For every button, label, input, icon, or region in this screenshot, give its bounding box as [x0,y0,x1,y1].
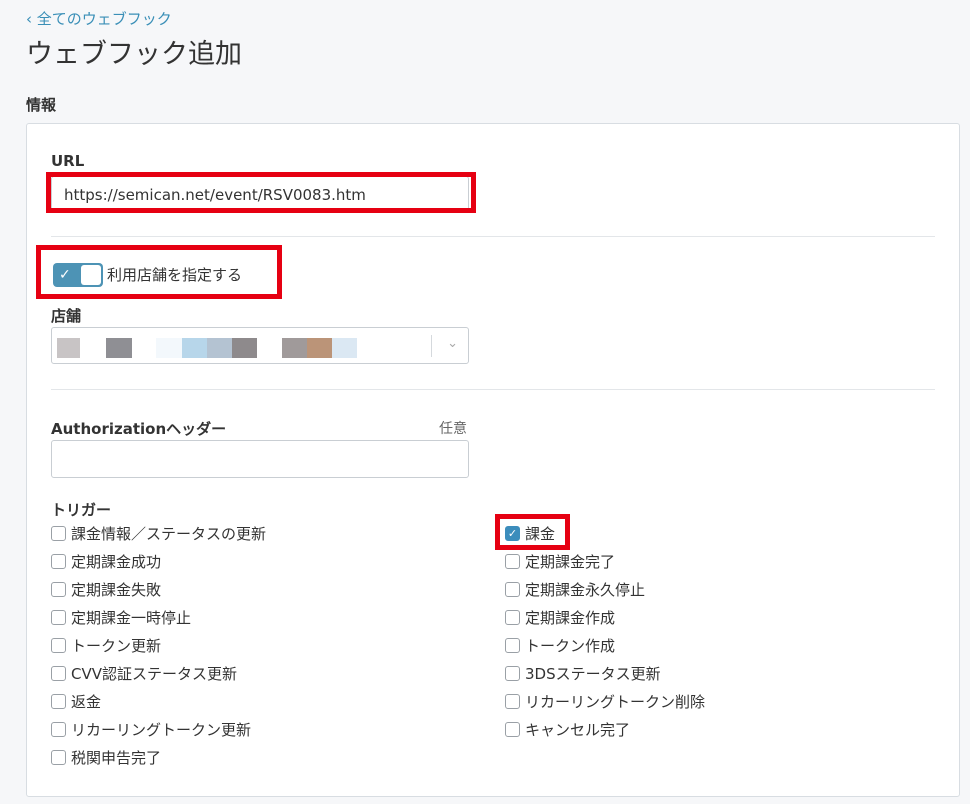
check-icon: ✓ [59,267,71,283]
divider [51,236,935,237]
info-panel: URL ✓ 利用店舗を指定する 店舗 ⌄ Authorizationヘッダー 任… [26,123,960,797]
trigger-label: キャンセル完了 [525,720,631,739]
trigger-label: 定期課金一時停止 [71,608,192,627]
back-to-all-webhooks-link[interactable]: ‹ 全てのウェブフック [26,8,172,29]
redacted-store-block [57,338,80,358]
trigger-label: トークン更新 [71,636,162,655]
checkbox[interactable] [51,749,66,765]
redacted-store-block [106,338,132,358]
trigger-checkbox-item[interactable]: キャンセル完了 [505,719,630,739]
checkbox[interactable] [51,721,66,737]
section-heading-info: 情報 [26,96,57,114]
trigger-label: 定期課金成功 [71,552,162,571]
redacted-store-block [182,338,207,358]
trigger-checkbox-item[interactable]: 定期課金失敗 [51,579,161,599]
store-toggle-label: 利用店舗を指定する [107,266,243,284]
checkbox[interactable] [505,609,520,625]
checkbox[interactable] [51,581,66,597]
trigger-label: 定期課金永久停止 [525,580,646,599]
checkbox[interactable] [51,693,66,709]
toggle-knob [81,265,101,285]
optional-badge: 任意 [439,421,467,437]
trigger-label: 定期課金作成 [525,608,616,627]
trigger-label: 税関申告完了 [71,748,162,767]
checkbox[interactable] [505,721,520,737]
trigger-checkbox-item[interactable]: 定期課金一時停止 [51,607,191,627]
check-icon: ✓ [507,526,518,540]
checkbox-checked[interactable]: ✓ [505,525,520,541]
authorization-label: Authorizationヘッダー [51,420,227,438]
triggers-label: トリガー [51,501,112,519]
url-label: URL [51,152,85,170]
trigger-label: 定期課金失敗 [71,580,162,599]
trigger-checkbox-item[interactable]: 定期課金完了 [505,551,615,571]
trigger-label: トークン作成 [525,636,616,655]
checkbox[interactable] [505,637,520,653]
trigger-checkbox-item[interactable]: 定期課金成功 [51,551,161,571]
webhook-add-page: ‹ 全てのウェブフック ウェブフック追加 情報 URL ✓ 利用店舗を指定する … [0,0,970,804]
checkbox[interactable] [505,581,520,597]
redacted-store-block [332,338,357,358]
divider [51,389,935,390]
trigger-checkbox-item[interactable]: トークン更新 [51,635,161,655]
redacted-store-block [282,338,307,358]
trigger-checkbox-item[interactable]: 課金情報／ステータスの更新 [51,523,266,543]
redacted-store-block [232,338,257,358]
checkbox[interactable] [51,665,66,681]
trigger-checkbox-item[interactable]: 定期課金永久停止 [505,579,645,599]
redacted-store-block [307,338,332,358]
checkbox[interactable] [505,553,520,569]
redacted-store-block [156,338,182,358]
checkbox[interactable] [51,553,66,569]
trigger-label: 課金情報／ステータスの更新 [71,524,267,543]
select-separator [431,335,432,357]
authorization-header-input[interactable] [51,440,469,478]
trigger-checkbox-item[interactable]: 定期課金作成 [505,607,615,627]
trigger-label: CVV認証ステータス更新 [71,664,237,683]
trigger-checkbox-item[interactable]: 返金 [51,691,101,711]
trigger-label: リカーリングトークン削除 [525,692,706,711]
redacted-store-block [207,338,232,358]
checkbox[interactable] [51,525,66,541]
trigger-checkbox-item[interactable]: リカーリングトークン削除 [505,691,705,711]
url-input[interactable] [51,176,469,213]
checkbox[interactable] [51,637,66,653]
trigger-label: 定期課金完了 [525,552,616,571]
page-title: ウェブフック追加 [26,39,242,70]
checkbox[interactable] [51,609,66,625]
trigger-checkbox-item[interactable]: ✓ 課金 [505,523,555,543]
chevron-down-icon[interactable]: ⌄ [447,336,458,351]
trigger-label: リカーリングトークン更新 [71,720,252,739]
store-select[interactable]: ⌄ [51,327,469,364]
trigger-label: 課金 [525,524,556,543]
trigger-checkbox-item[interactable]: リカーリングトークン更新 [51,719,251,739]
trigger-checkbox-item[interactable]: 3DSステータス更新 [505,663,661,683]
trigger-label: 返金 [71,692,102,711]
trigger-label: 3DSステータス更新 [525,664,661,683]
store-label: 店舗 [51,307,82,325]
checkbox[interactable] [505,665,520,681]
checkbox[interactable] [505,693,520,709]
store-toggle-switch[interactable]: ✓ [53,263,103,287]
trigger-checkbox-item[interactable]: トークン作成 [505,635,615,655]
trigger-checkbox-item[interactable]: 税関申告完了 [51,747,161,767]
trigger-checkbox-item[interactable]: CVV認証ステータス更新 [51,663,237,683]
